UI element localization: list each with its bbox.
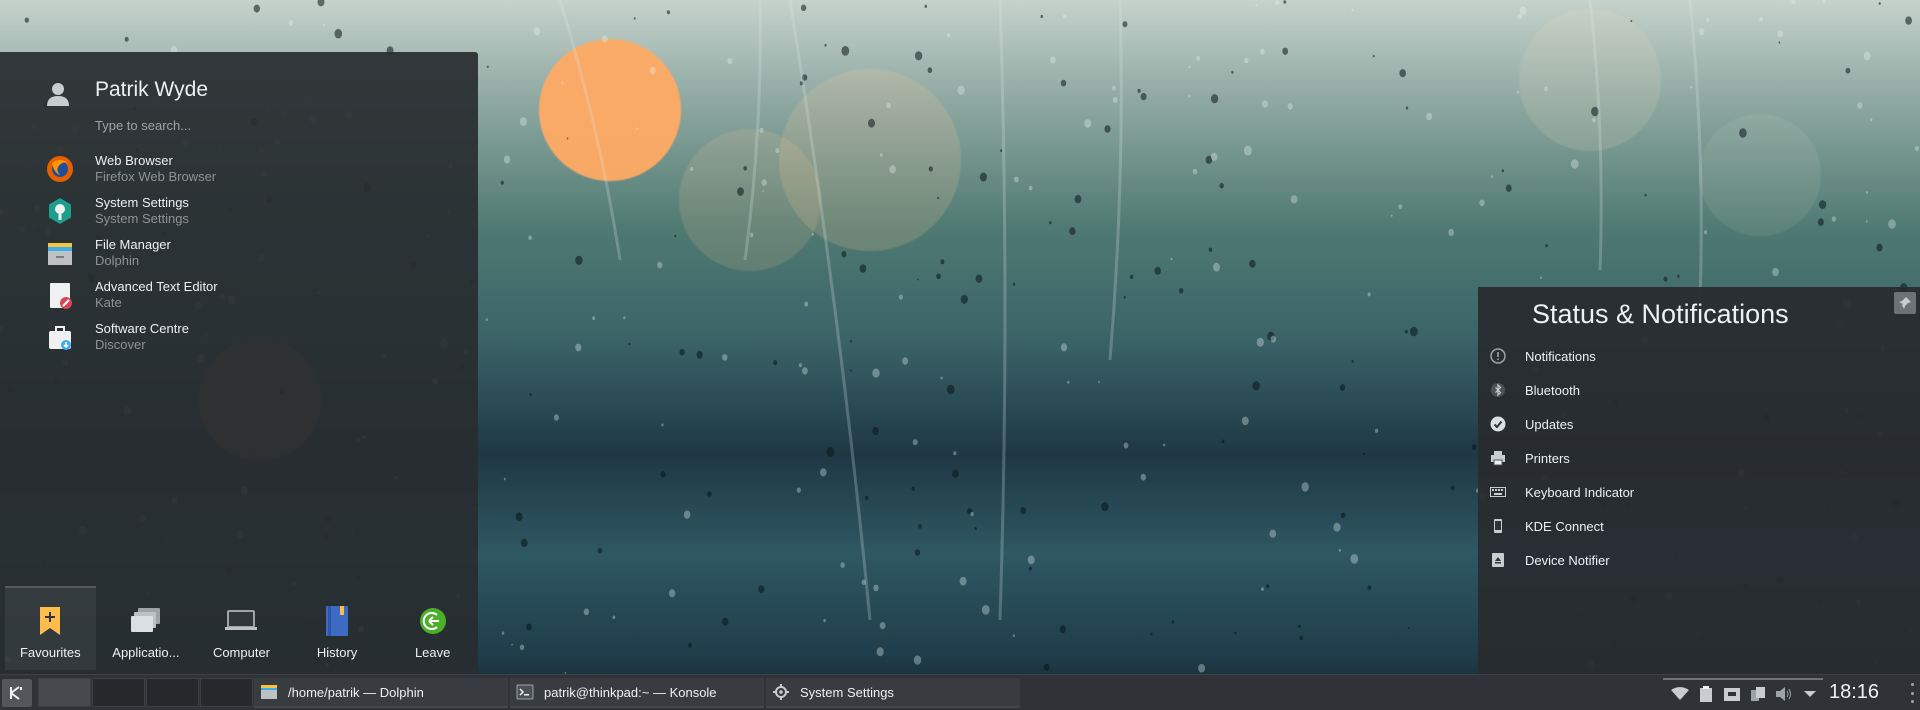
notif-label: Device Notifier — [1525, 552, 1610, 568]
task-dolphin[interactable]: /home/patrik — Dolphin — [254, 678, 508, 708]
favourite-subtitle: Firefox Web Browser — [95, 169, 217, 184]
user-header: Patrik Wyde — [40, 76, 208, 112]
favourite-file-manager[interactable]: File Manager Dolphin — [0, 232, 478, 274]
notif-item-keyboard-indicator[interactable]: Keyboard Indicator — [1478, 475, 1920, 509]
system-tray — [1663, 678, 1823, 708]
volume-icon[interactable] — [1775, 685, 1793, 703]
notif-item-updates[interactable]: Updates — [1478, 407, 1920, 441]
task-system-settings[interactable]: System Settings — [766, 678, 1020, 708]
leave-icon — [415, 603, 451, 639]
panel-options-icon[interactable] — [1910, 683, 1914, 703]
tab-history[interactable]: History — [292, 586, 383, 670]
computer-icon — [223, 603, 259, 639]
notif-item-device-notifier[interactable]: Device Notifier — [1478, 543, 1920, 577]
favourite-name: Web Browser — [95, 153, 173, 168]
tab-label: Leave — [414, 645, 451, 660]
task-label: System Settings — [800, 684, 894, 700]
tab-leave[interactable]: Leave — [387, 586, 478, 670]
tab-computer[interactable]: Computer — [196, 586, 287, 670]
pin-icon[interactable] — [1894, 292, 1916, 314]
clock[interactable]: 18:16 — [1829, 681, 1879, 704]
firefox-icon — [45, 154, 75, 184]
favourite-name: Advanced Text Editor — [95, 279, 218, 294]
tab-label: Applicatio... — [112, 645, 180, 660]
tab-label: Computer — [212, 645, 271, 660]
favourite-name: System Settings — [95, 195, 189, 210]
bluetooth-icon — [1489, 381, 1507, 399]
notif-label: Printers — [1525, 450, 1570, 466]
device-notifier-icon — [1489, 551, 1507, 569]
favourite-software-centre[interactable]: Software Centre Discover — [0, 316, 478, 358]
taskbar: /home/patrik — Dolphin patrik@thinkpad:~… — [0, 674, 1920, 710]
task-label: patrik@thinkpad:~ — Konsole — [544, 684, 717, 700]
expand-tray-icon[interactable] — [1801, 685, 1819, 703]
desktop-4[interactable] — [200, 678, 253, 707]
bookmark-icon — [32, 603, 68, 639]
virtual-desktop-pager — [38, 678, 254, 707]
phone-icon — [1489, 517, 1507, 535]
user-name: Patrik Wyde — [95, 78, 209, 101]
status-notifications-panel: Status & Notifications Notifications Blu… — [1478, 287, 1920, 674]
favourite-system-settings[interactable]: System Settings System Settings — [0, 190, 478, 232]
notifications-list: Notifications Bluetooth Updates Printers… — [1478, 339, 1920, 577]
favourite-subtitle: Discover — [95, 337, 146, 352]
notif-item-notifications[interactable]: Notifications — [1478, 339, 1920, 373]
tab-favourites[interactable]: Favourites — [5, 586, 96, 670]
notif-label: Notifications — [1525, 348, 1596, 364]
notif-label: KDE Connect — [1525, 518, 1604, 534]
software-centre-icon — [45, 322, 75, 352]
kde-logo-icon — [10, 686, 22, 700]
notifications-icon — [1489, 347, 1507, 365]
notif-item-printers[interactable]: Printers — [1478, 441, 1920, 475]
notif-item-bluetooth[interactable]: Bluetooth — [1478, 373, 1920, 407]
favourite-subtitle: Kate — [95, 295, 122, 310]
favourite-web-browser[interactable]: Web Browser Firefox Web Browser — [0, 148, 478, 190]
wifi-icon[interactable] — [1671, 685, 1689, 703]
notif-label: Bluetooth — [1525, 382, 1580, 398]
favourites-list: Web Browser Firefox Web Browser System S… — [0, 148, 478, 358]
favourite-subtitle: Dolphin — [95, 253, 140, 268]
desktop-2[interactable] — [92, 678, 145, 707]
notif-label: Keyboard Indicator — [1525, 484, 1635, 500]
application-launcher: Patrik Wyde Web Browser Firefox Web Brow… — [0, 52, 478, 674]
favourite-text-editor[interactable]: Advanced Text Editor Kate — [0, 274, 478, 316]
task-konsole[interactable]: patrik@thinkpad:~ — Konsole — [510, 678, 764, 708]
launcher-tab-bar: Favourites Applicatio... Computer Histor… — [0, 586, 478, 674]
favourite-name: File Manager — [95, 237, 171, 252]
terminal-icon — [516, 683, 534, 701]
favourite-name: Software Centre — [95, 321, 189, 336]
device-notifier-icon[interactable] — [1723, 685, 1741, 703]
tab-label: Favourites — [19, 645, 81, 660]
tab-applications[interactable]: Applicatio... — [101, 586, 192, 670]
user-avatar-icon[interactable] — [40, 76, 76, 112]
favourite-subtitle: System Settings — [95, 211, 189, 226]
kde-connect-icon[interactable] — [1749, 685, 1767, 703]
tab-label: History — [316, 645, 358, 660]
search-input[interactable] — [95, 118, 435, 133]
updates-icon — [1489, 415, 1507, 433]
history-icon — [319, 603, 355, 639]
keyboard-icon — [1489, 483, 1507, 501]
folder-icon — [45, 238, 75, 268]
applications-icon — [128, 603, 164, 639]
task-label: /home/patrik — Dolphin — [288, 684, 424, 700]
system-settings-icon — [45, 196, 75, 226]
desktop-3[interactable] — [146, 678, 199, 707]
folder-icon — [260, 683, 278, 701]
text-editor-icon — [45, 280, 75, 310]
kde-launcher-button[interactable] — [2, 679, 32, 707]
desktop-1[interactable] — [38, 678, 91, 707]
system-settings-icon — [772, 683, 790, 701]
panel-title: Status & Notifications — [1532, 299, 1789, 329]
clipboard-icon[interactable] — [1697, 685, 1715, 703]
notif-label: Updates — [1525, 416, 1574, 432]
notif-item-kde-connect[interactable]: KDE Connect — [1478, 509, 1920, 543]
printer-icon — [1489, 449, 1507, 467]
